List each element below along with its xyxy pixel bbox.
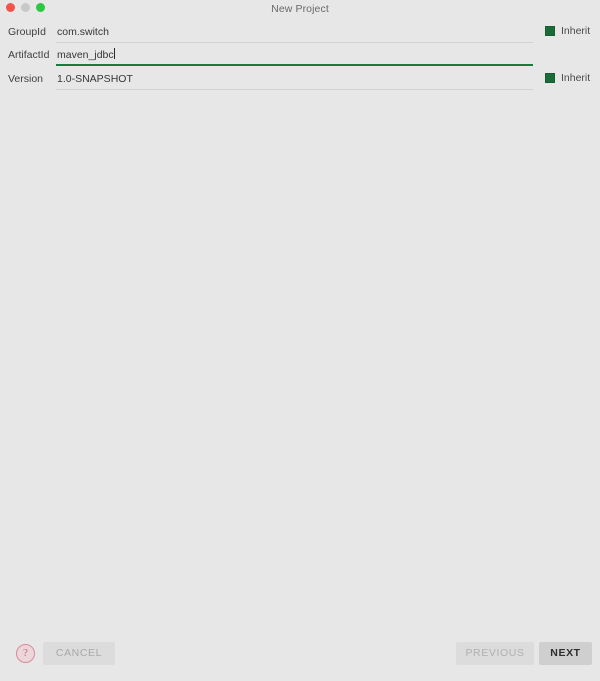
artifactid-value-wrap: maven_jdbc: [57, 48, 115, 62]
artifactid-label: ArtifactId: [8, 49, 50, 61]
groupid-underline: [56, 42, 533, 43]
form-row-artifactid: ArtifactId maven_jdbc: [0, 45, 600, 67]
dialog-footer: ? CANCEL PREVIOUS NEXT: [0, 635, 600, 681]
artifactid-underline-focused: [56, 64, 533, 66]
help-icon[interactable]: ?: [16, 644, 35, 663]
next-button[interactable]: NEXT: [539, 642, 592, 665]
previous-button[interactable]: PREVIOUS: [456, 642, 534, 665]
form-row-groupid: GroupId com.switch Inherit: [0, 22, 600, 44]
version-value: 1.0-SNAPSHOT: [57, 73, 133, 85]
artifactid-field[interactable]: maven_jdbc: [56, 45, 533, 66]
version-label: Version: [8, 73, 44, 85]
version-inherit-label: Inherit: [561, 72, 591, 84]
form-row-version: Version 1.0-SNAPSHOT Inherit: [0, 69, 600, 91]
form-content: GroupId com.switch Inherit ArtifactId ma…: [0, 18, 600, 635]
checkbox-checked-icon[interactable]: [545, 73, 555, 83]
groupid-inherit-checkbox[interactable]: Inherit: [545, 25, 590, 37]
checkbox-checked-icon[interactable]: [545, 26, 555, 36]
artifactid-value: maven_jdbc: [57, 49, 114, 61]
title-bar: New Project: [0, 0, 600, 18]
version-inherit-checkbox[interactable]: Inherit: [545, 72, 590, 84]
version-underline: [56, 89, 533, 90]
new-project-dialog: New Project GroupId com.switch Inherit A…: [0, 0, 600, 681]
version-field[interactable]: 1.0-SNAPSHOT: [56, 69, 533, 90]
groupid-value: com.switch: [57, 26, 109, 38]
groupid-field[interactable]: com.switch: [56, 22, 533, 43]
cancel-button[interactable]: CANCEL: [43, 642, 115, 665]
groupid-label: GroupId: [8, 26, 46, 38]
text-cursor: [113, 48, 115, 59]
groupid-inherit-label: Inherit: [561, 25, 591, 37]
window-title: New Project: [271, 3, 329, 15]
